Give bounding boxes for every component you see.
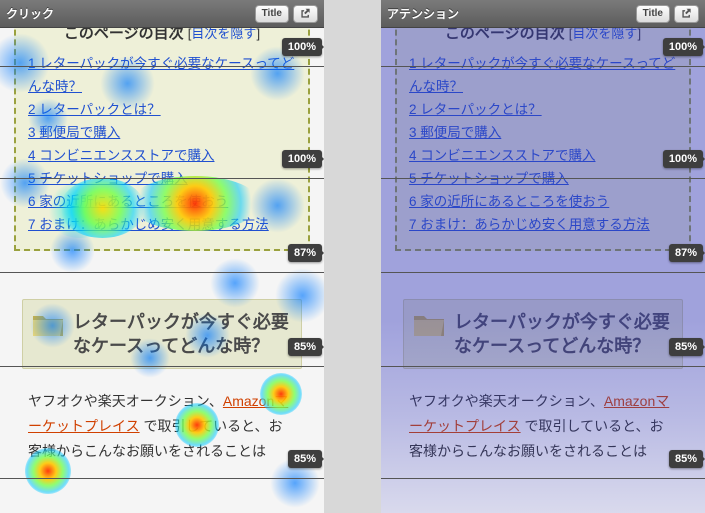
title-button[interactable]: Title	[255, 5, 289, 23]
panel-body: このページの目次 [目次を隠す] 1 レターパックが今すぐ必要なケースってどんな…	[381, 0, 705, 513]
section-heading: レターパックが今すぐ必要なケースってどんな時？	[22, 299, 302, 370]
panel-click: クリック Title このページの目次 [目次を隠す] 1 レターパックが今すぐ…	[0, 0, 324, 513]
share-button[interactable]	[674, 5, 699, 23]
toc-item: 2 レターパックとは？	[28, 99, 296, 122]
scroll-marker: 85%	[669, 338, 703, 356]
panel-divider	[324, 0, 381, 513]
panel-body: このページの目次 [目次を隠す] 1 レターパックが今すぐ必要なケースってどんな…	[0, 0, 324, 513]
toc-list: 1 レターパックが今すぐ必要なケースってどんな時？ 2 レターパックとは？ 3 …	[28, 53, 296, 237]
panel-header: アテンション Title	[381, 0, 705, 28]
panel-header: クリック Title	[0, 0, 324, 28]
title-button[interactable]: Title	[636, 5, 670, 23]
scroll-marker: 100%	[663, 38, 703, 56]
scroll-marker: 100%	[663, 150, 703, 168]
body-paragraph: ヤフオクや楽天オークション、Amazonマーケットプレイス で取引していると、お…	[28, 389, 296, 465]
scroll-marker: 87%	[288, 244, 322, 262]
toc-item: 7 おまけ：あらかじめ安く用意する方法	[28, 214, 296, 237]
body-paragraph: ヤフオクや楽天オークション、Amazonマーケットプレイス で取引していると、お…	[409, 389, 677, 465]
scroll-marker: 85%	[288, 450, 322, 468]
panel-title: クリック	[6, 5, 255, 22]
toc-item: 4 コンビニエンスストアで購入	[409, 145, 677, 168]
toc-item: 6 家の近所にあるところを使おう	[28, 191, 296, 214]
toc-box: このページの目次 [目次を隠す] 1 レターパックが今すぐ必要なケースってどんな…	[395, 10, 691, 251]
panel-title: アテンション	[387, 5, 636, 22]
split-view: クリック Title このページの目次 [目次を隠す] 1 レターパックが今すぐ…	[0, 0, 705, 513]
scroll-marker: 85%	[669, 450, 703, 468]
share-button[interactable]	[293, 5, 318, 23]
external-link-icon	[681, 8, 692, 19]
section-heading: レターパックが今すぐ必要なケースってどんな時？	[403, 299, 683, 370]
toc-box: このページの目次 [目次を隠す] 1 レターパックが今すぐ必要なケースってどんな…	[14, 10, 310, 251]
toc-item: 1 レターパックが今すぐ必要なケースってどんな時？	[409, 53, 677, 99]
folder-icon	[31, 310, 65, 338]
toc-hide-link[interactable]: 目次を隠す	[572, 26, 637, 41]
section-heading-text: レターパックが今すぐ必要なケースってどんな時？	[73, 310, 289, 359]
folder-icon	[412, 310, 446, 338]
toc-list: 1 レターパックが今すぐ必要なケースってどんな時？ 2 レターパックとは？ 3 …	[409, 53, 677, 237]
toc-item: 6 家の近所にあるところを使おう	[409, 191, 677, 214]
toc-item: 1 レターパックが今すぐ必要なケースってどんな時？	[28, 53, 296, 99]
toc-hide-link[interactable]: 目次を隠す	[191, 26, 256, 41]
section-heading-text: レターパックが今すぐ必要なケースってどんな時？	[454, 310, 670, 359]
scroll-marker: 85%	[288, 338, 322, 356]
toc-item: 4 コンビニエンスストアで購入	[28, 145, 296, 168]
toc-item: 2 レターパックとは？	[409, 99, 677, 122]
toc-item: 5 チケットショップで購入	[28, 168, 296, 191]
external-link-icon	[300, 8, 311, 19]
scroll-marker: 100%	[282, 38, 322, 56]
scroll-marker: 100%	[282, 150, 322, 168]
toc-item: 3 郵便局で購入	[409, 122, 677, 145]
toc-item: 5 チケットショップで購入	[409, 168, 677, 191]
panel-attention: アテンション Title このページの目次 [目次を隠す] 1 レターパックが今…	[381, 0, 705, 513]
scroll-marker: 87%	[669, 244, 703, 262]
toc-item: 7 おまけ：あらかじめ安く用意する方法	[409, 214, 677, 237]
toc-item: 3 郵便局で購入	[28, 122, 296, 145]
